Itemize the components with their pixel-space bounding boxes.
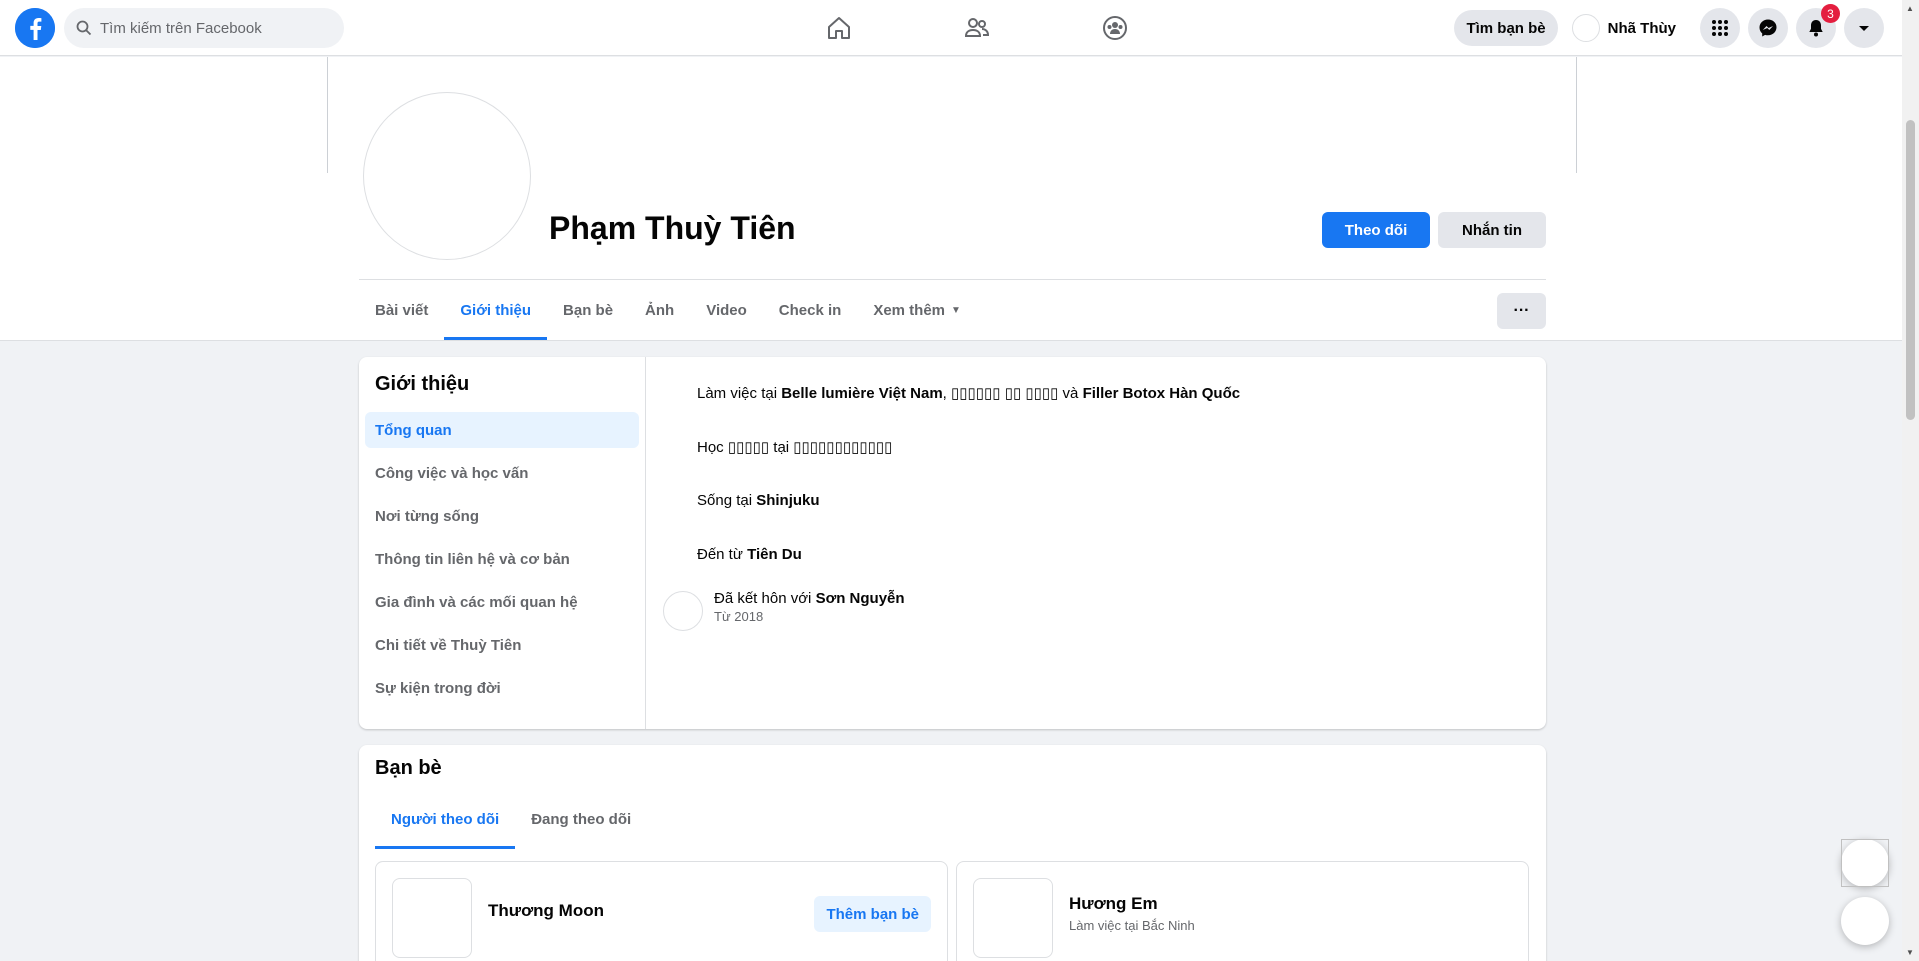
from-prefix: Đến từ	[697, 546, 748, 563]
notification-badge: 3	[1821, 4, 1840, 23]
about-title: Giới thiệu	[375, 373, 470, 395]
about-menu-life-events[interactable]: Sự kiện trong đời	[365, 670, 639, 706]
add-friend-button[interactable]: Thêm bạn bè	[814, 896, 931, 932]
messenger-button[interactable]	[1748, 8, 1788, 48]
lives-info: Sống tại Shinjuku	[697, 492, 820, 509]
notifications-button[interactable]: 3	[1796, 4, 1840, 48]
scrollbar[interactable]: ▲ ▼	[1902, 0, 1919, 961]
lives-prefix: Sống tại	[697, 492, 757, 509]
grid-menu-icon	[1712, 20, 1728, 36]
scroll-down-arrow-icon[interactable]: ▼	[1906, 948, 1914, 957]
friend-photo[interactable]	[392, 878, 472, 958]
search-icon	[76, 20, 92, 36]
menu-button[interactable]	[1700, 8, 1740, 48]
more-options-button[interactable]: ···	[1497, 293, 1546, 329]
follow-button[interactable]: Theo dõi	[1322, 212, 1430, 248]
nav-home[interactable]	[770, 0, 908, 56]
partner-avatar[interactable]	[663, 591, 703, 631]
tab-videos[interactable]: Video	[690, 280, 763, 340]
user-name: Nhã Thùy	[1607, 19, 1676, 37]
friends-tabs: Người theo dõi Đang theo dõi	[375, 789, 647, 849]
about-card: Giới thiệu Tổng quan Công việc và học vấ…	[359, 357, 1546, 729]
groups-icon	[1103, 16, 1127, 40]
about-overview: Làm việc tại Belle lumière Việt Nam, ▯▯▯…	[647, 357, 1546, 729]
account-button[interactable]	[1844, 8, 1884, 48]
main-nav	[770, 0, 1184, 56]
partner-link[interactable]: Sơn Nguyễn	[816, 590, 905, 607]
tab-followers[interactable]: Người theo dõi	[375, 789, 516, 849]
profile-header: Phạm Thuỳ Tiên Theo dõi Nhắn tin Bài viế…	[0, 57, 1902, 341]
about-menu-places-lived[interactable]: Nơi từng sống	[365, 498, 639, 534]
friend-card[interactable]: Hương Em Làm việc tại Bắc Ninh	[956, 861, 1529, 961]
hometown-link[interactable]: Tiên Du	[747, 546, 802, 563]
tab-photos[interactable]: Ảnh	[629, 280, 690, 340]
tab-more-label: Xem thêm	[873, 301, 946, 319]
employer2-link[interactable]: Filler Botox Hàn Quốc	[1083, 385, 1241, 402]
cover-border-right	[1576, 57, 1577, 173]
tab-friends[interactable]: Bạn bè	[547, 280, 629, 340]
friend-name[interactable]: Thương Moon	[488, 901, 604, 921]
caret-down-icon: ▼	[951, 304, 961, 316]
broken-image-icon	[1841, 839, 1889, 887]
friend-name[interactable]: Hương Em	[1069, 894, 1158, 914]
messenger-icon	[1759, 19, 1777, 37]
find-friends-button[interactable]: Tìm bạn bè	[1454, 10, 1558, 46]
relationship-since: Từ 2018	[714, 609, 764, 624]
avatar	[1571, 14, 1600, 42]
work-mid: , ▯▯▯▯▯▯ ▯▯ ▯▯▯▯ và	[942, 385, 1083, 402]
about-menu-overview[interactable]: Tổng quan	[365, 412, 639, 448]
about-menu: Tổng quan Công việc và học vấn Nơi từng …	[365, 412, 639, 713]
new-message-bubble[interactable]	[1841, 897, 1889, 945]
scroll-up-arrow-icon[interactable]: ▲	[1906, 4, 1914, 13]
work-prefix: Làm việc tại	[697, 385, 782, 402]
friends-icon	[964, 18, 990, 37]
profile-tabs: Bài viết Giới thiệu Bạn bè Ảnh Video Che…	[359, 280, 977, 340]
tab-more[interactable]: Xem thêm ▼	[857, 280, 977, 340]
friend-photo[interactable]	[973, 878, 1053, 958]
tab-checkins[interactable]: Check in	[763, 280, 858, 340]
employer-link[interactable]: Belle lumière Việt Nam	[781, 385, 942, 402]
home-icon	[828, 17, 850, 39]
about-menu-family-relationships[interactable]: Gia đình và các mối quan hệ	[365, 584, 639, 620]
friends-title: Bạn bè	[375, 757, 442, 779]
friend-card[interactable]: Thương Moon Thêm bạn bè	[375, 861, 948, 961]
message-button[interactable]: Nhắn tin	[1438, 212, 1546, 248]
nav-friends[interactable]	[908, 0, 1046, 56]
current-city-link[interactable]: Shinjuku	[756, 492, 819, 509]
study-info: Học ▯▯▯▯▯ tại ▯▯▯▯▯▯▯▯▯▯▯▯	[697, 439, 893, 456]
relationship-prefix: Đã kết hôn với	[714, 590, 816, 607]
tab-about[interactable]: Giới thiệu	[444, 280, 547, 340]
tab-following[interactable]: Đang theo dõi	[515, 789, 647, 849]
search-box[interactable]	[64, 8, 344, 48]
relationship-text: Đã kết hôn với Sơn Nguyễn	[714, 587, 905, 607]
friend-subtitle: Làm việc tại Bắc Ninh	[1069, 918, 1195, 933]
about-menu-contact-basic[interactable]: Thông tin liên hệ và cơ bản	[365, 541, 639, 577]
friends-card: Bạn bè Người theo dõi Đang theo dõi Thươ…	[359, 745, 1546, 961]
nav-groups[interactable]	[1046, 0, 1184, 56]
tab-posts[interactable]: Bài viết	[359, 280, 444, 340]
hometown-info: Đến từ Tiên Du	[697, 546, 802, 563]
profile-avatar[interactable]	[363, 92, 531, 260]
work-info: Làm việc tại Belle lumière Việt Nam, ▯▯▯…	[697, 384, 1240, 402]
bell-icon	[1809, 20, 1823, 37]
facebook-logo-icon[interactable]	[15, 8, 55, 48]
search-input[interactable]	[100, 19, 320, 37]
about-sidebar: Giới thiệu Tổng quan Công việc và học vấ…	[359, 357, 646, 729]
about-menu-work-education[interactable]: Công việc và học vấn	[365, 455, 639, 491]
scrollbar-thumb[interactable]	[1906, 120, 1915, 420]
cover-border-left	[327, 57, 328, 173]
profile-name: Phạm Thuỳ Tiên	[549, 210, 796, 246]
about-menu-details[interactable]: Chi tiết về Thuỳ Tiên	[365, 627, 639, 663]
nav-right-actions: Tìm bạn bè Nhã Thùy 3	[1454, 4, 1884, 48]
user-profile-chip[interactable]: Nhã Thùy	[1564, 10, 1684, 46]
relationship-info: Đã kết hôn với Sơn Nguyễn Từ 2018	[663, 587, 905, 631]
top-navigation-bar: Tìm bạn bè Nhã Thùy 3	[0, 0, 1902, 56]
caret-down-icon	[1859, 26, 1869, 31]
